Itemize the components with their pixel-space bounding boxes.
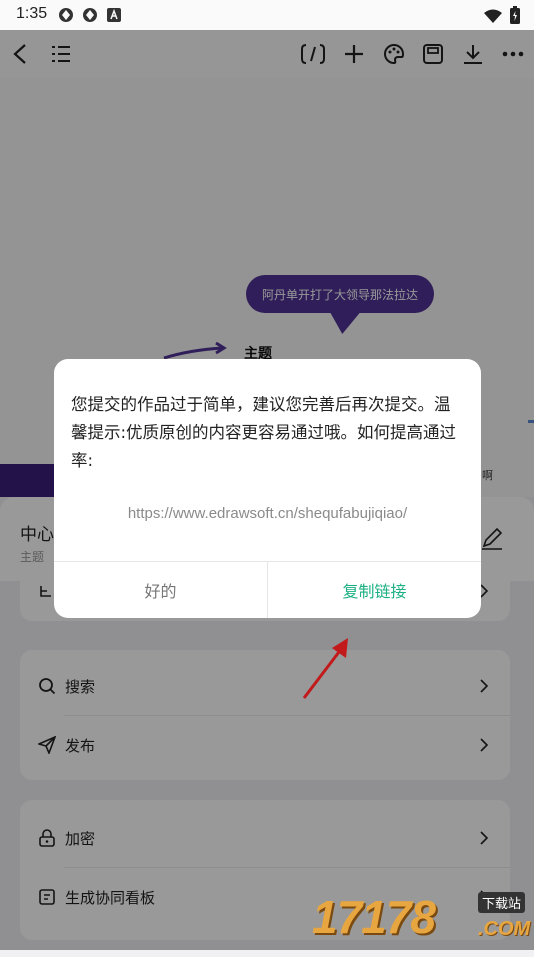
app-notification-icon [58, 7, 74, 23]
wifi-icon [484, 8, 502, 27]
ok-button[interactable]: 好的 [54, 562, 267, 618]
a-badge-icon [106, 7, 122, 23]
app-notification-icon [82, 7, 98, 23]
copy-link-button[interactable]: 复制链接 [268, 562, 481, 618]
notification-icons [58, 7, 122, 23]
watermark-number: 17178 [312, 891, 436, 943]
system-icons [484, 6, 520, 28]
battery-icon [510, 6, 520, 28]
annotation-arrow-icon [302, 638, 348, 699]
status-time: 1:35 [16, 5, 48, 22]
submission-dialog: 您提交的作品过于简单，建议您完善后再次提交。温馨提示:优质原创的内容更容易通过哦… [54, 359, 481, 618]
site-watermark: 17178 下载站 .COM [312, 888, 534, 950]
watermark-tag: 下载站 [478, 892, 526, 913]
dialog-url: https://www.edrawsoft.cn/shequfabujiqiao… [127, 505, 408, 522]
dialog-message: 您提交的作品过于简单，建议您完善后再次提交。温馨提示:优质原创的内容更容易通过哦… [71, 395, 457, 470]
status-bar: 1:35 [0, 0, 534, 30]
watermark-suffix: .COM [478, 918, 531, 940]
